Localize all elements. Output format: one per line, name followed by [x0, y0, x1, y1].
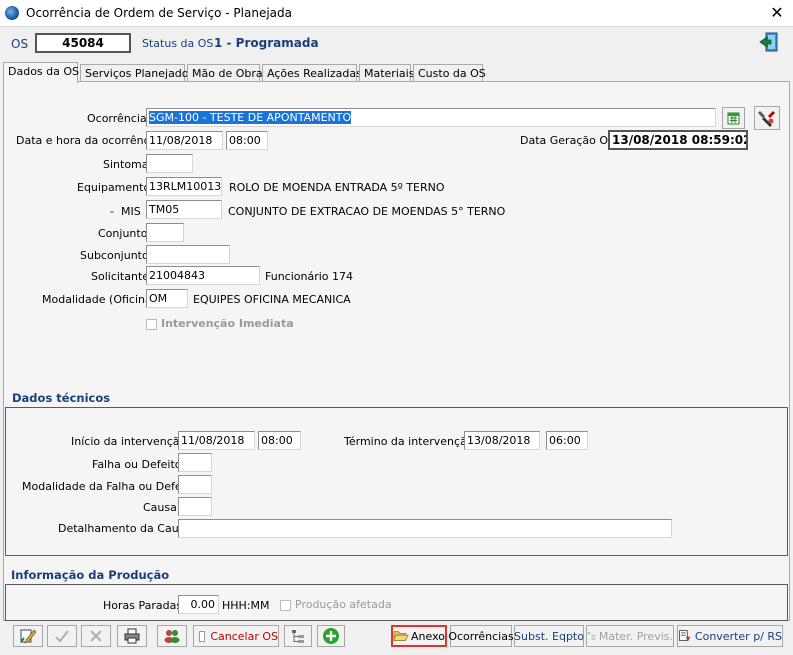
dados-tecnicos-title: Dados técnicos [12, 391, 111, 405]
os-label: OS [11, 37, 29, 51]
close-icon[interactable]: ✕ [768, 3, 786, 23]
cancel-edit-button[interactable] [81, 625, 111, 647]
tab-dados-da-os[interactable]: Dados da OS [3, 62, 79, 83]
add-button[interactable] [317, 625, 345, 647]
data-geracao-label: Data Geração OS [520, 134, 615, 147]
solicitante-label: Solicitante [91, 270, 150, 283]
sintoma-input[interactable] [146, 154, 193, 173]
tab-materiais[interactable]: Materiais [359, 64, 414, 82]
hora-ocorrencia-input[interactable]: 08:00 [226, 131, 268, 150]
horas-paradas-label: Horas Paradas [103, 599, 183, 612]
detalhamento-input[interactable] [178, 519, 672, 538]
tab-custo-da-os[interactable]: Custo da OS [413, 64, 486, 82]
subconjunto-label: Subconjunto [80, 249, 149, 262]
edit-button[interactable] [13, 625, 43, 647]
print-button[interactable] [117, 625, 147, 647]
mis-desc: CONJUNTO DE EXTRACAO DE MOENDAS 5° TERNO [228, 205, 506, 218]
tools-icon [758, 111, 775, 127]
data-geracao-value: 13/08/2018 08:59:02 [608, 130, 748, 150]
calendar-button[interactable] [722, 107, 745, 129]
exit-icon[interactable] [758, 31, 780, 53]
causa-input[interactable] [178, 497, 212, 516]
data-hora-label: Data e hora da ocorrência [16, 134, 160, 147]
calendar-icon [727, 112, 740, 125]
solicitante-desc: Funcionário 174 [265, 270, 354, 283]
termino-hora-input[interactable]: 06:00 [546, 431, 588, 450]
falha-input[interactable] [178, 453, 212, 472]
solicitante-input[interactable]: 21004843 [146, 266, 260, 285]
ocorrencia-input[interactable]: SGM-100 - TESTE DE APONTAMENTO [146, 108, 716, 127]
printer-icon [124, 628, 140, 644]
mis-input[interactable]: TM05 [146, 200, 222, 219]
confirm-button[interactable] [47, 625, 77, 647]
conjunto-input[interactable] [146, 223, 184, 242]
equipamento-label: Equipamento [77, 181, 151, 194]
modalidade-falha-input[interactable] [178, 475, 212, 494]
producao-afetada-checkbox[interactable]: Produção afetada [280, 598, 392, 611]
cancelar-os-checkbox[interactable]: Cancelar OS [193, 625, 279, 647]
conjunto-label: Conjunto [98, 227, 148, 240]
modalidade-label: Modalidade (Oficina) [42, 293, 157, 306]
producao-title: Informação da Produção [11, 568, 170, 582]
window-title: Ocorrência de Ordem de Serviço - Planeja… [26, 6, 293, 20]
inicio-hora-input[interactable]: 08:00 [258, 431, 301, 450]
users-button[interactable] [157, 625, 187, 647]
data-ocorrencia-input[interactable]: 11/08/2018 [146, 131, 223, 150]
termino-data-input[interactable]: 13/08/2018 [464, 431, 540, 450]
anexo-button[interactable]: Anexo [391, 625, 447, 647]
checkbox-box [146, 318, 157, 330]
mater-previs-button[interactable]: Mater. Previs. [586, 625, 674, 647]
tab-servicos-planejados[interactable]: Serviços Planejados [80, 64, 194, 82]
title-bar: Ocorrência de Ordem de Serviço - Planeja… [0, 0, 793, 27]
termino-label: Término da intervenção [344, 435, 474, 448]
checkbox-box [280, 599, 291, 611]
convert-icon [679, 630, 691, 642]
list-icon [587, 632, 596, 640]
tools-button[interactable] [754, 106, 780, 130]
subconjunto-input[interactable] [146, 245, 230, 264]
mis-prefix: - [110, 205, 114, 218]
equipamento-desc: ROLO DE MOENDA ENTRADA 5º TERNO [229, 181, 445, 194]
detalhamento-label: Detalhamento da Causa [58, 522, 192, 535]
tree-button[interactable] [284, 625, 312, 647]
modalidade-desc: EQUIPES OFICINA MECANICA [193, 293, 351, 306]
mis-label: MIS [121, 205, 141, 218]
inicio-label: Início da intervenção [71, 435, 187, 448]
x-icon [90, 630, 102, 642]
horas-unit: HHH:MM [222, 599, 270, 612]
modalidade-falha-label: Modalidade da Falha ou Defeito [22, 480, 196, 493]
intervencao-imediata-checkbox[interactable]: Intervenção Imediata [146, 317, 294, 330]
equipamento-input[interactable]: 13RLM10013 [146, 177, 222, 196]
ocorrencia-label: Ocorrência [87, 112, 147, 125]
edit-icon [20, 629, 37, 644]
plus-circle-icon [323, 628, 339, 644]
tab-mao-de-obra[interactable]: Mão de Obra [187, 64, 263, 82]
modalidade-input[interactable]: OM [146, 289, 188, 308]
checkmark-icon [55, 630, 69, 643]
converter-rs-button[interactable]: Converter p/ RS [677, 625, 783, 647]
sintoma-label: Sintoma [103, 158, 149, 171]
tree-icon [292, 630, 304, 643]
falha-label: Falha ou Defeito [92, 458, 182, 471]
checkbox-box [199, 630, 206, 642]
os-number-field: 45084 [35, 33, 131, 53]
status-label: Status da OS [142, 37, 214, 50]
users-icon [164, 630, 180, 643]
app-icon [5, 6, 19, 20]
inicio-data-input[interactable]: 11/08/2018 [178, 431, 255, 450]
folder-open-icon [393, 631, 409, 641]
subst-eqpto-button[interactable]: Subst. Eqpto [514, 625, 584, 647]
ocorrencias-button[interactable]: Ocorrências [448, 625, 514, 647]
tab-acoes-realizadas[interactable]: Ações Realizadas [262, 64, 362, 82]
status-value: 1 - Programada [214, 36, 319, 50]
horas-paradas-input[interactable]: 0.00 [178, 595, 219, 614]
causa-label: Causa [143, 501, 177, 514]
